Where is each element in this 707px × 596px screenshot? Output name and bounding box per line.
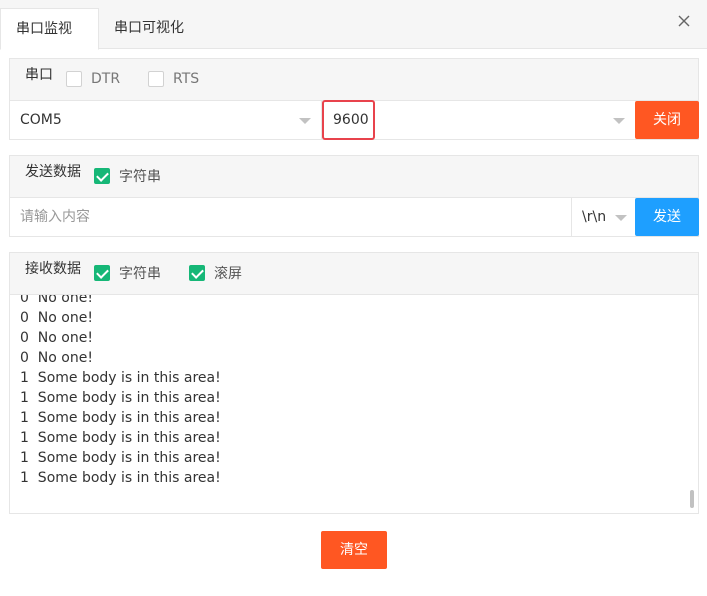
receive-panel: 接收数据 字符串 滚屏 0 No one! 0 No one! 0 No one… xyxy=(9,252,699,514)
baud-dropdown-arrow-icon xyxy=(613,118,625,124)
dtr-label: DTR xyxy=(91,71,121,87)
serial-controls-row: COM5 9600 关闭 xyxy=(10,100,699,140)
output-line: 0 No one! xyxy=(20,310,93,326)
send-header: 发送数据 字符串 xyxy=(10,156,698,198)
send-string-label: 字符串 xyxy=(119,169,161,185)
rts-label: RTS xyxy=(173,71,200,87)
output-line: 0 No one! xyxy=(20,295,93,306)
receive-string-label: 字符串 xyxy=(119,266,161,282)
autoscroll-label: 滚屏 xyxy=(214,266,242,282)
send-string-checkbox[interactable]: 字符串 xyxy=(94,167,161,185)
output-line: 1 Some body is in this area! xyxy=(20,390,221,406)
output-line: 1 Some body is in this area! xyxy=(20,370,221,386)
send-title: 发送数据 xyxy=(25,164,81,180)
serial-port-title: 串口 xyxy=(25,67,53,83)
send-input-placeholder: 请输入内容 xyxy=(20,209,90,225)
receive-string-checkbox-box[interactable] xyxy=(94,265,110,281)
output-line: 1 Some body is in this area! xyxy=(20,430,221,446)
clear-button[interactable]: 清空 xyxy=(321,531,387,569)
output-line: 1 Some body is in this area! xyxy=(20,410,221,426)
receive-header: 接收数据 字符串 滚屏 xyxy=(10,253,698,295)
line-ending-select[interactable]: \r\n xyxy=(571,198,635,236)
output-line: 1 Some body is in this area! xyxy=(20,470,221,486)
port-value: COM5 xyxy=(20,112,62,128)
output-line: 1 Some body is in this area! xyxy=(20,450,221,466)
send-string-checkbox-box[interactable] xyxy=(94,168,110,184)
port-dropdown-arrow-icon xyxy=(299,118,311,124)
close-port-button[interactable]: 关闭 xyxy=(635,101,699,139)
send-panel: 发送数据 字符串 请输入内容 \r\n 发送 xyxy=(9,155,699,237)
autoscroll-checkbox-box[interactable] xyxy=(189,265,205,281)
output-line: 0 No one! xyxy=(20,330,93,346)
send-input[interactable]: 请输入内容 xyxy=(10,198,571,236)
send-button[interactable]: 发送 xyxy=(635,198,699,236)
rts-checkbox-box[interactable] xyxy=(148,71,164,87)
dtr-checkbox-box[interactable] xyxy=(66,71,82,87)
line-ending-value: \r\n xyxy=(582,209,607,225)
serial-port-header: 串口 DTR RTS xyxy=(10,59,698,101)
tab-serial-monitor[interactable]: 串口监视器 xyxy=(0,8,99,77)
line-ending-dropdown-arrow-icon xyxy=(615,215,627,221)
close-icon[interactable] xyxy=(675,12,693,30)
tab-serial-visualization[interactable]: 串口可视化 xyxy=(99,8,199,49)
serial-port-panel: 串口 DTR RTS COM5 9600 关闭 xyxy=(9,58,699,140)
output-scrollbar-thumb[interactable] xyxy=(690,490,694,508)
receive-title: 接收数据 xyxy=(25,261,81,277)
tab-bar: 串口监视器 串口可视化 xyxy=(0,0,707,77)
baud-value: 9600 xyxy=(333,112,369,128)
dtr-checkbox[interactable]: DTR xyxy=(66,70,120,88)
autoscroll-checkbox[interactable]: 滚屏 xyxy=(189,264,242,282)
output-line: 0 No one! xyxy=(20,350,93,366)
rts-checkbox[interactable]: RTS xyxy=(148,70,199,88)
receive-string-checkbox[interactable]: 字符串 xyxy=(94,264,161,282)
port-select[interactable]: COM5 xyxy=(10,101,321,139)
receive-output[interactable]: 0 No one! 0 No one! 0 No one! 0 No one! … xyxy=(10,295,698,513)
baud-select[interactable]: 9600 xyxy=(321,100,634,140)
send-controls-row: 请输入内容 \r\n 发送 xyxy=(10,198,699,236)
